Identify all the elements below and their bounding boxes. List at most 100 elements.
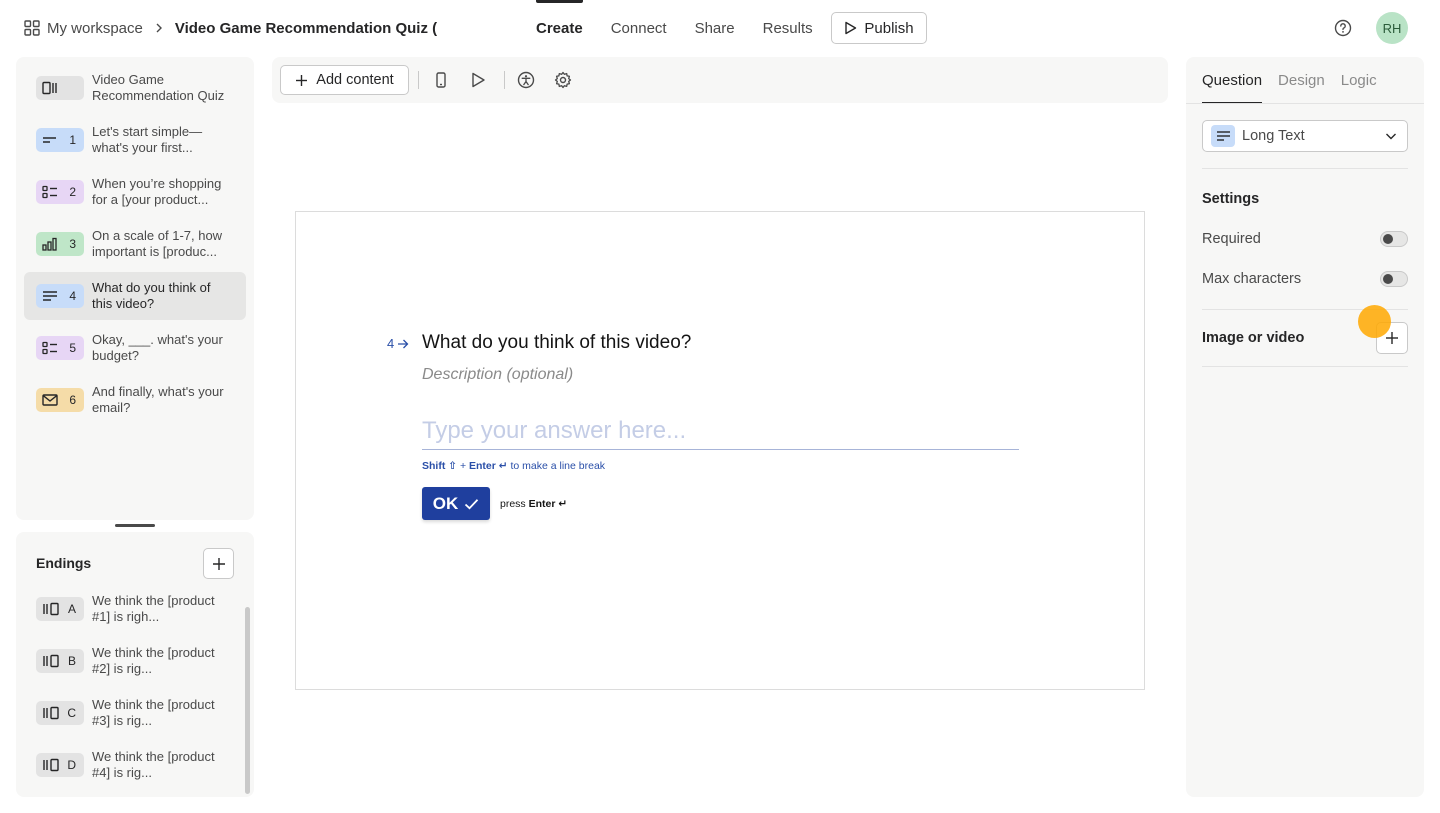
question-chip: 5 bbox=[36, 336, 84, 360]
question-item-4[interactable]: 4 What do you think of this video? bbox=[24, 272, 246, 320]
tab-logic[interactable]: Logic bbox=[1341, 57, 1377, 104]
question-number-text: 4 bbox=[387, 336, 395, 351]
ending-chip: C bbox=[36, 701, 84, 725]
ending-item-a[interactable]: A We think the [product #1] is righ... bbox=[24, 585, 246, 633]
tab-connect[interactable]: Connect bbox=[611, 0, 667, 56]
question-type-chip bbox=[1211, 125, 1235, 147]
toolbar-divider bbox=[504, 71, 505, 89]
question-number: 1 bbox=[69, 133, 76, 147]
image-or-video-label: Image or video bbox=[1202, 330, 1305, 346]
question-chip: 2 bbox=[36, 180, 84, 204]
preview-question-title[interactable]: What do you think of this video? bbox=[422, 332, 691, 354]
add-content-button[interactable]: Add content bbox=[280, 65, 409, 95]
ending-letter: D bbox=[67, 758, 76, 772]
tabs-divider bbox=[1186, 103, 1424, 104]
question-item-5[interactable]: 5 Okay, ___. what's your budget? bbox=[24, 324, 246, 372]
question-chip bbox=[36, 76, 84, 100]
tab-results[interactable]: Results bbox=[763, 0, 813, 56]
preview-question-description[interactable]: Description (optional) bbox=[422, 366, 573, 384]
play-icon bbox=[845, 21, 857, 35]
preview-question-number: 4 bbox=[387, 336, 409, 351]
endings-title: Endings bbox=[36, 555, 92, 571]
long-text-icon bbox=[1216, 131, 1230, 141]
add-content-label: Add content bbox=[316, 72, 394, 88]
question-item-label: Let's start simple—what's your first... bbox=[92, 124, 203, 155]
gear-icon[interactable] bbox=[554, 71, 572, 89]
play-preview-icon[interactable] bbox=[469, 71, 487, 89]
plus-icon bbox=[212, 557, 225, 570]
hint-shift: Shift ⇧ bbox=[422, 460, 458, 472]
mobile-preview-icon[interactable] bbox=[432, 71, 450, 89]
question-item-6[interactable]: 6 And finally, what's your email? bbox=[24, 376, 246, 424]
accessibility-icon[interactable] bbox=[517, 71, 535, 89]
press-label: press bbox=[500, 498, 529, 510]
help-icon[interactable] bbox=[1334, 19, 1352, 37]
ending-chip: B bbox=[36, 649, 84, 673]
publish-button[interactable]: Publish bbox=[831, 12, 927, 44]
ending-item-c[interactable]: C We think the [product #3] is rig... bbox=[24, 689, 246, 737]
form-preview-canvas: 4 What do you think of this video? Descr… bbox=[295, 211, 1145, 690]
chevron-down-icon bbox=[1386, 133, 1396, 140]
endings-scrollbar[interactable] bbox=[245, 607, 250, 794]
max-characters-toggle[interactable] bbox=[1380, 271, 1408, 287]
ending-item-label: We think the [product #4] is rig... bbox=[92, 749, 215, 780]
long-text-icon bbox=[43, 291, 57, 301]
ending-screen-icon bbox=[43, 706, 59, 720]
welcome-screen-icon bbox=[42, 81, 57, 95]
add-ending-button[interactable] bbox=[203, 548, 234, 579]
ending-chip: A bbox=[36, 597, 84, 621]
ending-letter: C bbox=[67, 706, 76, 720]
editor-toolbar: Add content bbox=[272, 57, 1168, 103]
form-title[interactable]: Video Game Recommendation Quiz (co bbox=[175, 20, 437, 37]
required-toggle[interactable] bbox=[1380, 231, 1408, 247]
hint-enter: Enter ↵ bbox=[469, 460, 508, 472]
workspace-grid-icon[interactable] bbox=[24, 20, 40, 36]
ok-button[interactable]: OK bbox=[422, 487, 490, 520]
hint-plus: + bbox=[457, 460, 470, 472]
ending-item-d[interactable]: D We think the [product #4] is rig... bbox=[24, 741, 246, 789]
check-icon bbox=[465, 498, 479, 509]
tab-share[interactable]: Share bbox=[695, 0, 735, 56]
multiple-choice-icon bbox=[42, 185, 57, 199]
ending-screen-icon bbox=[43, 758, 59, 772]
ending-item-b[interactable]: B We think the [product #2] is rig... bbox=[24, 637, 246, 685]
question-settings-panel: Question Design Logic Long Text Settings… bbox=[1186, 57, 1424, 797]
ending-letter: B bbox=[67, 654, 76, 668]
section-divider bbox=[1202, 366, 1408, 367]
question-item-label: Okay, ___. what's your budget? bbox=[92, 332, 223, 363]
tab-question[interactable]: Question bbox=[1202, 57, 1263, 104]
question-item-3[interactable]: 3 On a scale of 1-7, how important is [p… bbox=[24, 220, 246, 268]
question-item-2[interactable]: 2 When you’re shopping for a [your produ… bbox=[24, 168, 246, 216]
question-chip: 6 bbox=[36, 388, 84, 412]
short-text-icon bbox=[43, 137, 56, 143]
ending-item-label: We think the [product #3] is rig... bbox=[92, 697, 215, 728]
ending-item-label: We think the [product #2] is rig... bbox=[92, 645, 215, 676]
answer-input[interactable] bbox=[422, 412, 1019, 450]
question-item-welcome[interactable]: Video Game Recommendation Quiz bbox=[24, 64, 246, 112]
question-number: 4 bbox=[69, 289, 76, 303]
toolbar-divider bbox=[418, 71, 419, 89]
question-type-select[interactable]: Long Text bbox=[1202, 120, 1408, 152]
endings-panel: Endings A We think the [product #1] is r… bbox=[16, 532, 254, 797]
main-nav-tabs: Create Connect Share Results bbox=[536, 0, 841, 56]
tab-create[interactable]: Create bbox=[536, 0, 583, 56]
plus-icon bbox=[296, 74, 308, 86]
breadcrumb-workspace-link[interactable]: My workspace bbox=[47, 20, 143, 37]
question-chip: 4 bbox=[36, 284, 84, 308]
required-label: Required bbox=[1202, 231, 1261, 247]
ending-chip: D bbox=[36, 753, 84, 777]
hint-rest: to make a line break bbox=[507, 460, 606, 472]
question-item-label: Video Game Recommendation Quiz bbox=[92, 72, 225, 103]
panel-resize-handle[interactable] bbox=[115, 524, 155, 527]
question-item-1[interactable]: 1 Let's start simple—what's your first..… bbox=[24, 116, 246, 164]
question-number: 5 bbox=[69, 341, 76, 355]
pointer-highlight bbox=[1358, 305, 1391, 338]
question-chip: 1 bbox=[36, 128, 84, 152]
tab-design[interactable]: Design bbox=[1278, 57, 1325, 104]
ending-screen-icon bbox=[43, 654, 59, 668]
question-chip: 3 bbox=[36, 232, 84, 256]
avatar[interactable]: RH bbox=[1376, 12, 1408, 44]
question-item-label: What do you think of this video? bbox=[92, 280, 211, 311]
line-break-hint: Shift ⇧ + Enter ↵ to make a line break bbox=[422, 460, 605, 472]
question-item-label: When you’re shopping for a [your product… bbox=[92, 176, 222, 207]
